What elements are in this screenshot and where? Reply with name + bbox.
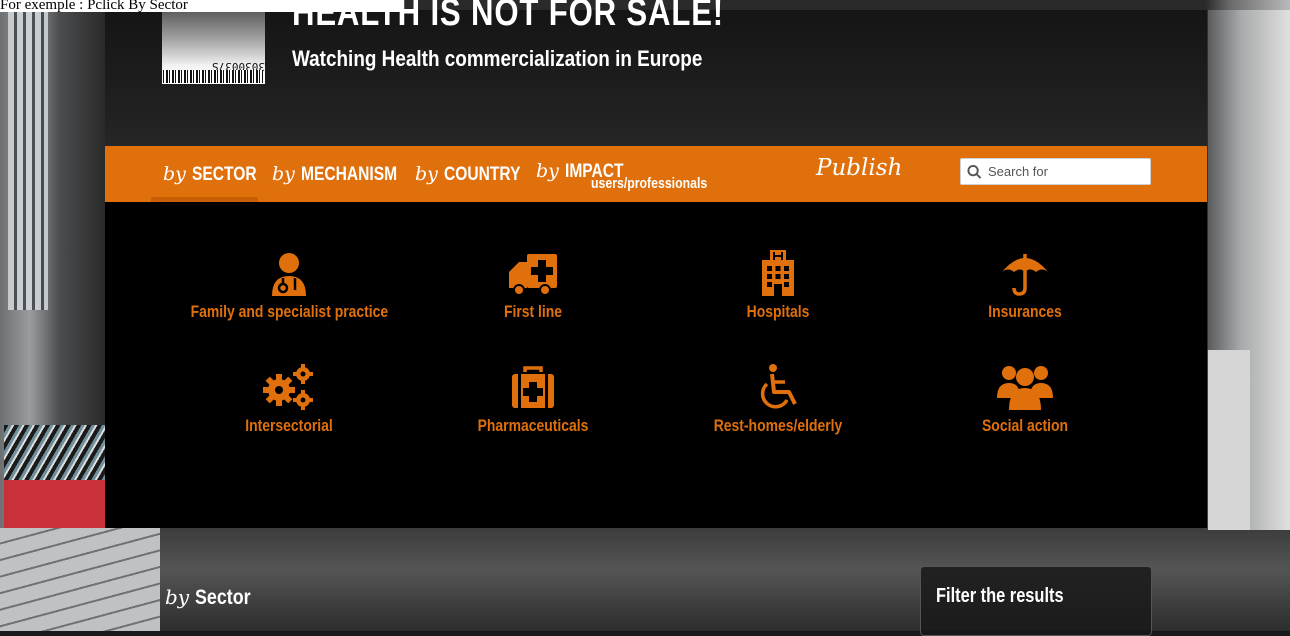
sector-label: Intersectorial: [245, 416, 333, 435]
sector-label: Family and specialist practice: [190, 302, 389, 321]
search-input[interactable]: [986, 163, 1150, 180]
publish-link[interactable]: Publish: [816, 155, 902, 181]
sector-label: Pharmaceuticals: [477, 416, 589, 435]
nav-item-label: COUNTRY: [444, 164, 521, 185]
section-label: Sector: [194, 586, 251, 609]
gears-icon: [263, 364, 313, 410]
nav-by-prefix: by: [163, 163, 186, 185]
nav-item-label: SECTOR: [192, 164, 258, 185]
sector-label: Rest-homes/elderly: [713, 416, 843, 435]
sector-intersectorial[interactable]: Intersectorial: [169, 364, 409, 436]
sector-label: Social action: [982, 416, 1068, 435]
wheelchair-icon: [760, 364, 797, 409]
search-icon: [967, 164, 982, 179]
background-books: [4, 425, 108, 481]
nav-item-sublabel: users/professionals: [591, 175, 708, 192]
hospital-icon: [762, 250, 794, 296]
section-by-prefix: by: [165, 585, 190, 609]
logo-barcode: [163, 70, 263, 83]
group-icon: [997, 366, 1053, 410]
background-red-box: [4, 480, 108, 528]
medkit-icon: [512, 366, 554, 408]
ambulance-icon: [509, 254, 557, 296]
background-floor-tiles: [0, 528, 160, 631]
sector-family-practice[interactable]: Family and specialist practice: [169, 250, 409, 322]
nav-item-label: MECHANISM: [301, 164, 398, 185]
nav-by-country[interactable]: by COUNTRY: [415, 146, 538, 202]
sector-label: Hospitals: [746, 302, 810, 321]
nav-by-prefix: by: [415, 163, 438, 185]
sector-insurances[interactable]: Insurances: [905, 250, 1145, 322]
sector-hospitals[interactable]: Hospitals: [658, 250, 898, 322]
sector-label: First line: [503, 302, 563, 321]
nav-by-prefix: by: [272, 163, 295, 185]
top-caption: For exemple : Pclick By Sector: [0, 0, 400, 12]
nav-by-sector[interactable]: by SECTOR: [150, 146, 271, 202]
sector-rest-homes[interactable]: Rest-homes/elderly: [658, 364, 898, 436]
filter-title: Filter the results: [936, 585, 1064, 607]
section-heading: by Sector: [165, 585, 260, 610]
sector-label: Insurances: [988, 302, 1062, 321]
sector-first-line[interactable]: First line: [413, 250, 653, 322]
sector-pharmaceuticals[interactable]: Pharmaceuticals: [413, 364, 653, 436]
search-box[interactable]: [960, 158, 1151, 185]
background-right-door: [1205, 350, 1250, 530]
site-subtitle: Watching Health commercialization in Eur…: [292, 46, 703, 71]
sector-social-action[interactable]: Social action: [905, 364, 1145, 436]
doctor-icon: [272, 253, 306, 296]
background-window: [8, 10, 48, 310]
nav-by-impact[interactable]: by IMPACT users/professionals: [536, 146, 707, 202]
nav-by-prefix: by: [536, 160, 559, 182]
umbrella-icon: [1002, 254, 1048, 296]
nav-by-mechanism[interactable]: by MECHANISM: [272, 146, 419, 202]
